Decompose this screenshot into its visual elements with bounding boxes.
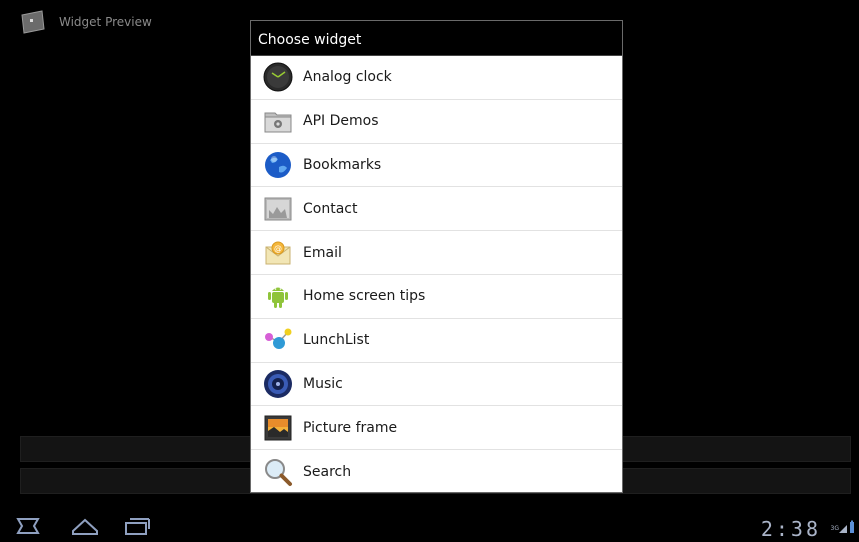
choose-widget-dialog: Choose widget Analog clock API Demos Boo… xyxy=(250,20,623,493)
widget-item-label: Bookmarks xyxy=(303,156,382,173)
analog-clock-icon xyxy=(262,61,294,93)
dialog-title: Choose widget xyxy=(251,21,622,56)
android-icon xyxy=(262,280,294,312)
contact-icon xyxy=(262,193,294,225)
battery-icon xyxy=(850,522,854,533)
widget-item-label: Search xyxy=(303,464,352,481)
search-icon xyxy=(262,456,294,488)
widget-item-label: LunchList xyxy=(303,332,370,349)
widget-item-label: Contact xyxy=(303,200,358,217)
picture-frame-icon xyxy=(262,412,294,444)
widget-item-picture-frame[interactable]: Picture frame xyxy=(251,406,622,451)
api-demos-icon xyxy=(262,105,294,137)
app-icon xyxy=(20,10,46,34)
widget-item-music[interactable]: Music xyxy=(251,363,622,407)
bookmarks-globe-icon xyxy=(262,149,294,181)
widget-item-label: Music xyxy=(303,375,343,392)
widget-item-search[interactable]: Search xyxy=(251,450,622,492)
widget-item-email[interactable]: @ Email xyxy=(251,231,622,275)
clock[interactable]: 2:38 xyxy=(761,517,821,541)
widget-list[interactable]: Analog clock API Demos Bookmarks Contact… xyxy=(251,56,622,492)
widget-item-bookmarks[interactable]: Bookmarks xyxy=(251,144,622,188)
signal-icon xyxy=(839,525,847,533)
system-bar: 2:38 3G xyxy=(0,509,859,542)
widget-item-contact[interactable]: Contact xyxy=(251,187,622,232)
network-type: 3G xyxy=(830,525,839,532)
recent-apps-icon[interactable] xyxy=(123,515,151,537)
widget-item-label: API Demos xyxy=(303,113,379,130)
widget-item-label: Email xyxy=(303,244,342,261)
widget-item-home-screen-tips[interactable]: Home screen tips xyxy=(251,275,622,319)
lunchlist-icon xyxy=(262,324,294,356)
back-icon[interactable] xyxy=(14,515,42,537)
widget-item-analog-clock[interactable]: Analog clock xyxy=(251,56,622,100)
status-icons[interactable] xyxy=(839,519,855,539)
svg-text:@: @ xyxy=(274,244,282,253)
home-icon[interactable] xyxy=(70,515,100,537)
widget-item-lunchlist[interactable]: LunchList xyxy=(251,319,622,363)
music-speaker-icon xyxy=(262,368,294,400)
widget-item-label: Analog clock xyxy=(303,69,392,86)
widget-item-label: Picture frame xyxy=(303,419,398,436)
widget-item-label: Home screen tips xyxy=(303,288,426,305)
email-icon: @ xyxy=(262,237,294,269)
app-title: Widget Preview xyxy=(59,15,152,29)
widget-item-api-demos[interactable]: API Demos xyxy=(251,100,622,144)
